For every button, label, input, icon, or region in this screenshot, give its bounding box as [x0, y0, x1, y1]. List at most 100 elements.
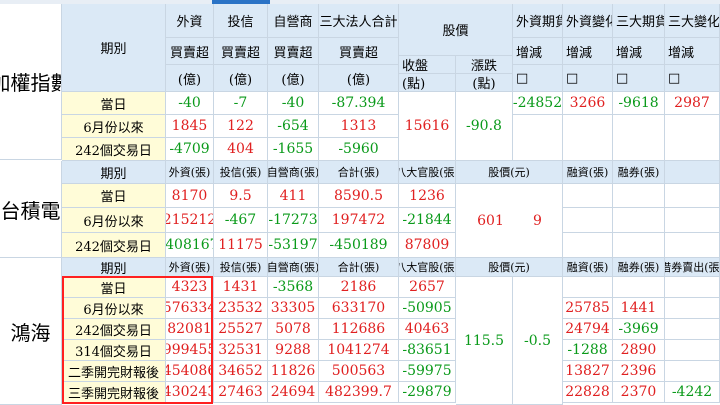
tsmc-row-period-2[interactable]: 242個交易日: [62, 233, 166, 258]
taiex-row-2-value-3[interactable]: -5960: [319, 138, 399, 161]
tsmc-row-0-value-3[interactable]: 8590.5: [319, 184, 399, 208]
taiex-header-2[interactable]: 自營商: [268, 4, 319, 38]
taiex-futures-blank-0[interactable]: [513, 115, 563, 161]
honhai-header-7[interactable]: 融資(張): [563, 258, 613, 277]
taiex-futures-value-0[interactable]: -24852: [513, 92, 563, 115]
tsmc-row-2-value-4[interactable]: 87809: [399, 233, 456, 258]
taiex-header-0[interactable]: 外資: [166, 4, 214, 38]
honhai-row-3-value-1[interactable]: 32531: [214, 340, 268, 361]
tsmc-row-1-blank-b[interactable]: [613, 208, 665, 233]
honhai-row-4-value-3[interactable]: 500563: [319, 361, 399, 382]
honhai-row-2-value-2[interactable]: 5078: [268, 319, 319, 340]
taiex-futures-header-1[interactable]: 外資變化: [563, 4, 613, 38]
honhai-row-2-value-1[interactable]: 25527: [214, 319, 268, 340]
honhai-row-5-value-1[interactable]: 27463: [214, 382, 268, 403]
honhai-row-5-value-4[interactable]: -29879: [399, 382, 456, 403]
taiex-row-period-0[interactable]: 當日: [62, 92, 166, 115]
honhai-row-0-value-4[interactable]: 2657: [399, 277, 456, 298]
taiex-price-header[interactable]: 股價: [399, 4, 513, 56]
honhai-row-5-value-3[interactable]: 482399.7: [319, 382, 399, 403]
tsmc-header-3[interactable]: 自營商(張): [268, 161, 319, 184]
tsmc-row-1-value-3[interactable]: 197472: [319, 208, 399, 233]
tsmc-header-6[interactable]: 股價(元): [456, 161, 563, 184]
honhai-header-8[interactable]: 融券(張): [613, 258, 665, 277]
taiex-futures-blank-3[interactable]: [665, 115, 720, 161]
taiex-change-unit[interactable]: (點): [456, 74, 513, 92]
taiex-incdec-2[interactable]: 增減: [613, 38, 665, 65]
honhai-header-4[interactable]: 合計(張): [319, 258, 399, 277]
tsmc-row-0-value-0[interactable]: 8170: [166, 184, 214, 208]
taiex-futures-value-1[interactable]: 3266: [563, 92, 613, 115]
tsmc-row-2-value-0[interactable]: -408167: [166, 233, 214, 258]
tsmc-row-1-blank-a[interactable]: [563, 208, 613, 233]
tsmc-header-5[interactable]: 八大官股(張): [399, 161, 456, 184]
honhai-margin-short-1[interactable]: -3969: [613, 319, 665, 340]
honhai-row-1-value-1[interactable]: 23532: [214, 298, 268, 319]
taiex-row-2-value-2[interactable]: -1655: [268, 138, 319, 161]
taiex-row-0-value-0[interactable]: -40: [166, 92, 214, 115]
taiex-close-label[interactable]: 收盤: [399, 56, 456, 74]
taiex-unit-2[interactable]: (億): [268, 65, 319, 92]
tsmc-header-2[interactable]: 投信(張): [214, 161, 268, 184]
taiex-futures-value-3[interactable]: 2987: [665, 92, 720, 115]
tsmc-header-8[interactable]: 融券(張): [613, 161, 665, 184]
honhai-margin-short-2[interactable]: 2890: [613, 340, 665, 361]
tsmc-row-1-value-2[interactable]: -17273: [268, 208, 319, 233]
tsmc-row-2-blank-c[interactable]: [665, 233, 720, 258]
taiex-row-1-value-0[interactable]: 1845: [166, 115, 214, 138]
honhai-title[interactable]: 鴻海: [0, 258, 62, 405]
taiex-incdec-1[interactable]: 增減: [563, 38, 613, 65]
honhai-row-0-value-1[interactable]: 1431: [214, 277, 268, 298]
tsmc-row-0-value-1[interactable]: 9.5: [214, 184, 268, 208]
tsmc-row-period-1[interactable]: 6月份以來: [62, 208, 166, 233]
taiex-unit-3[interactable]: (億): [319, 65, 399, 92]
honhai-header-0[interactable]: 期別: [62, 258, 166, 277]
taiex-unit-1[interactable]: (億): [214, 65, 268, 92]
taiex-close-value[interactable]: 15616: [399, 92, 456, 161]
honhai-margin-fin-3[interactable]: 13827: [563, 361, 613, 382]
taiex-futures-value-2[interactable]: -9618: [613, 92, 665, 115]
tsmc-header-4[interactable]: 合計(張): [319, 161, 399, 184]
taiex-box-3[interactable]: □: [665, 65, 720, 92]
honhai-row-4-value-1[interactable]: 34652: [214, 361, 268, 382]
taiex-row-0-value-1[interactable]: -7: [214, 92, 268, 115]
honhai-row-4-value-4[interactable]: -59975: [399, 361, 456, 382]
tsmc-row-2-value-3[interactable]: -450189: [319, 233, 399, 258]
honhai-row-1-value-3[interactable]: 633170: [319, 298, 399, 319]
honhai-row-3-value-2[interactable]: 9288: [268, 340, 319, 361]
honhai-row-0-value-2[interactable]: -3568: [268, 277, 319, 298]
tsmc-row-0-value-4[interactable]: 1236: [399, 184, 456, 208]
honhai-margin-short-0[interactable]: 1441: [613, 298, 665, 319]
tsmc-row-0-blank-a[interactable]: [563, 184, 613, 208]
tsmc-row-2-value-1[interactable]: 11175: [214, 233, 268, 258]
honhai-row-2-value-4[interactable]: 40463: [399, 319, 456, 340]
taiex-row-1-value-2[interactable]: -654: [268, 115, 319, 138]
honhai-row-3-value-4[interactable]: -83651: [399, 340, 456, 361]
taiex-row-2-value-0[interactable]: -4709: [166, 138, 214, 161]
honhai-change-value[interactable]: -0.5: [513, 277, 563, 405]
tsmc-header-0[interactable]: 期別: [62, 161, 166, 184]
honhai-header-2[interactable]: 投信(張): [214, 258, 268, 277]
tsmc-change-value[interactable]: 9: [513, 184, 563, 258]
tsmc-row-1-value-0[interactable]: 215212: [166, 208, 214, 233]
taiex-row-1-value-3[interactable]: 1313: [319, 115, 399, 138]
honhai-header-3[interactable]: 自營商(張): [268, 258, 319, 277]
taiex-subheader-2[interactable]: 買賣超: [268, 38, 319, 65]
taiex-futures-header-2[interactable]: 三大期貨: [613, 4, 665, 38]
tsmc-row-period-0[interactable]: 當日: [62, 184, 166, 208]
taiex-box-1[interactable]: □: [563, 65, 613, 92]
honhai-margin-blank-lend[interactable]: [665, 277, 720, 298]
taiex-period-header[interactable]: 期別: [62, 4, 166, 92]
honhai-margin-fin-1[interactable]: 24794: [563, 319, 613, 340]
taiex-row-period-2[interactable]: 242個交易日: [62, 138, 166, 161]
honhai-margin-lend-4[interactable]: -4242: [665, 382, 720, 403]
taiex-row-2-value-1[interactable]: 404: [214, 138, 268, 161]
taiex-futures-header-0[interactable]: 外資期貨: [513, 4, 563, 38]
honhai-header-1[interactable]: 外資(張): [166, 258, 214, 277]
taiex-futures-header-3[interactable]: 三大變化: [665, 4, 720, 38]
honhai-margin-blank-short[interactable]: [613, 277, 665, 298]
tsmc-row-0-blank-b[interactable]: [613, 184, 665, 208]
tsmc-row-1-value-1[interactable]: -467: [214, 208, 268, 233]
tsmc-header-7[interactable]: 融資(張): [563, 161, 613, 184]
honhai-row-4-value-2[interactable]: 11826: [268, 361, 319, 382]
